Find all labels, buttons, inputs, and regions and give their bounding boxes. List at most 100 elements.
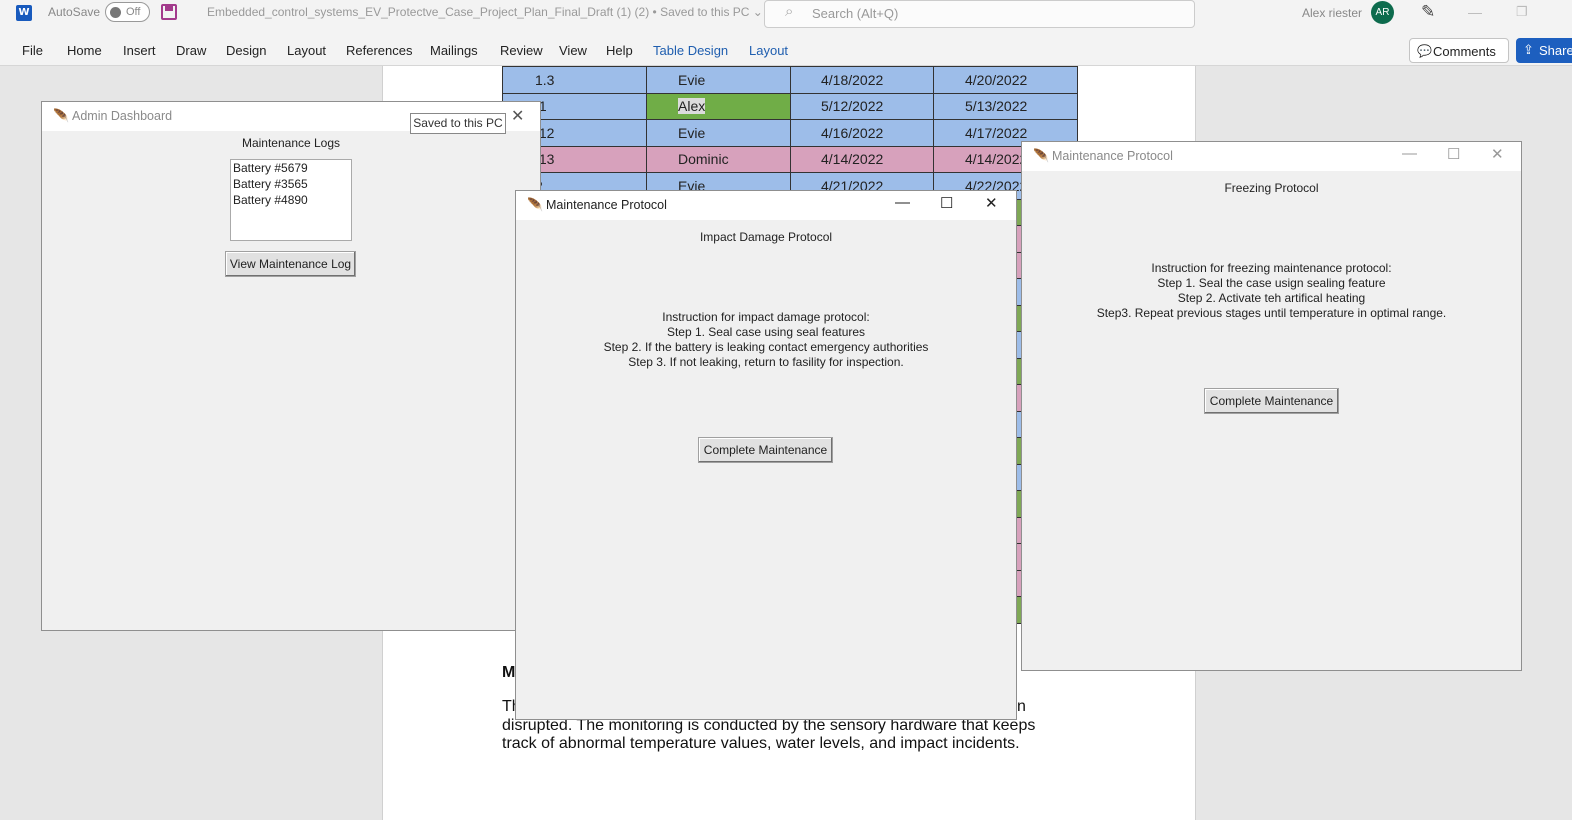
instruction-line: Instruction for impact damage protocol: [662, 310, 870, 324]
maximize-icon[interactable]: ☐ [1447, 145, 1460, 163]
table-cell-end[interactable]: 4/20/2022 [933, 66, 1078, 94]
complete-maintenance-button[interactable]: Complete Maintenance [1204, 388, 1339, 414]
feather-icon: 🪶 [53, 108, 70, 123]
minimize-icon[interactable]: — [895, 194, 910, 211]
search-placeholder: Search (Alt+Q) [812, 6, 899, 21]
table-cell-start[interactable]: 4/14/2022 [790, 145, 934, 173]
restore-icon[interactable]: ❐ [1516, 4, 1528, 20]
table-cell-name[interactable]: Dominic [646, 145, 791, 173]
comments-button[interactable]: 💬 Comments [1409, 38, 1509, 63]
word-title-bar: W AutoSave Off Embedded_control_systems_… [0, 0, 1572, 28]
instruction-line: Step 1. Seal the case usign sealing feat… [1157, 276, 1386, 290]
feather-icon: 🪶 [527, 197, 544, 212]
share-label: Share [1539, 43, 1572, 58]
window-title: Admin Dashboard [72, 109, 173, 123]
instruction-line: Step 3. If not leaking, return to fasili… [628, 355, 904, 369]
menu-view[interactable]: View [559, 43, 587, 58]
cell-text: 5/12/2022 [821, 98, 884, 115]
table-cell-name[interactable]: Evie [646, 119, 791, 147]
menu-help[interactable]: Help [606, 43, 633, 58]
document-heading: M [502, 664, 516, 681]
view-maintenance-log-button[interactable]: View Maintenance Log [225, 251, 356, 277]
impact-title-bar[interactable]: 🪶 Maintenance Protocol — ☐ ✕ [516, 191, 1016, 220]
comment-icon: 💬 [1417, 44, 1432, 58]
menu-file[interactable]: File [22, 43, 43, 58]
table-cell-start[interactable]: 4/16/2022 [790, 119, 934, 147]
window-title: Maintenance Protocol [546, 198, 667, 212]
table-row[interactable]: 1.3 Evie 4/18/2022 4/20/2022 [502, 66, 1078, 94]
table-cell-start[interactable]: 4/18/2022 [790, 66, 934, 94]
menu-mailings[interactable]: Mailings [430, 43, 478, 58]
feather-icon: 🪶 [1033, 148, 1050, 163]
close-icon[interactable]: ✕ [985, 194, 998, 212]
maximize-icon[interactable]: ☐ [940, 194, 953, 212]
table-row[interactable]: .12 Evie 4/16/2022 4/17/2022 [502, 119, 1078, 147]
share-icon: ⇪ [1523, 42, 1534, 57]
menu-design[interactable]: Design [226, 43, 266, 58]
menu-insert[interactable]: Insert [123, 43, 156, 58]
impact-protocol-heading: Impact Damage Protocol [699, 230, 833, 244]
list-item[interactable]: Battery #3565 [231, 176, 351, 192]
instruction-line: Step 2. Activate teh artifical heating [1177, 291, 1366, 305]
cell-text: Evie [678, 124, 706, 141]
table-row[interactable]: .13 Dominic 4/14/2022 4/14/2022 [502, 145, 1078, 173]
cell-text: 4/17/2022 [965, 124, 1028, 141]
search-icon: ⌕ [785, 3, 794, 20]
share-button[interactable]: ⇪ Share [1516, 38, 1572, 63]
cell-text: Alex [678, 98, 706, 115]
impact-protocol-window: 🪶 Maintenance Protocol — ☐ ✕ Impact Dama… [515, 190, 1017, 720]
cell-text: 1.3 [535, 71, 555, 88]
cell-text: 4/20/2022 [965, 71, 1028, 88]
freezing-protocol-window: 🪶 Maintenance Protocol — ☐ ✕ Freezing Pr… [1021, 141, 1522, 671]
window-title: Maintenance Protocol [1052, 149, 1173, 163]
instruction-line: Instruction for freezing maintenance pro… [1151, 261, 1392, 275]
table-row[interactable]: .1Alex5/12/20225/13/2022 [502, 92, 1078, 120]
autosave-label: AutoSave [48, 5, 101, 19]
autosave-toggle[interactable]: Off [105, 2, 150, 22]
freezing-instructions: Instruction for freezing maintenance pro… [1022, 261, 1521, 321]
menu-layout[interactable]: Layout [287, 43, 326, 58]
menu-references[interactable]: References [346, 43, 412, 58]
table-cell-name[interactable]: Evie [646, 66, 791, 94]
ribbon-menu: File Home Insert Draw Design Layout Refe… [0, 28, 1572, 66]
cell-text: 5/13/2022 [965, 98, 1028, 115]
instruction-line: Step 1. Seal case using seal features [666, 325, 866, 339]
close-icon[interactable]: ✕ [1491, 145, 1504, 163]
search-box[interactable]: ⌕ Search (Alt+Q) [764, 0, 1195, 28]
avatar[interactable]: AR [1371, 1, 1394, 24]
admin-dashboard-window: 🪶 Admin Dashboard Maintenance Logs Batte… [41, 101, 541, 631]
table-cell-name[interactable]: Alex [646, 92, 791, 120]
word-app-icon: W [16, 5, 32, 21]
instruction-line: Step3. Repeat previous stages until temp… [1096, 306, 1447, 320]
cell-text: 4/18/2022 [821, 71, 884, 88]
cell-text: 4/14/2022 [821, 151, 884, 168]
menu-home[interactable]: Home [67, 43, 102, 58]
menu-draw[interactable]: Draw [176, 43, 206, 58]
table-cell-id[interactable]: 1.3 [502, 66, 647, 94]
maintenance-logs-heading: Maintenance Logs [241, 136, 341, 150]
menu-table-layout[interactable]: Layout [749, 43, 788, 58]
impact-instructions: Instruction for impact damage protocol: … [516, 310, 1016, 370]
list-item[interactable]: Battery #5679 [231, 160, 351, 176]
freeze-title-bar[interactable]: 🪶 Maintenance Protocol — ☐ ✕ [1022, 142, 1521, 171]
toggle-knob-icon [110, 7, 121, 18]
list-item[interactable]: Battery #4890 [231, 192, 351, 208]
complete-maintenance-button[interactable]: Complete Maintenance [698, 437, 833, 463]
pen-icon[interactable]: ✎ [1421, 2, 1435, 22]
table-cell-end[interactable]: 5/13/2022 [933, 92, 1078, 120]
menu-review[interactable]: Review [500, 43, 543, 58]
minimize-icon[interactable]: — [1402, 145, 1417, 162]
cell-text: Dominic [678, 151, 729, 168]
table-cell-start[interactable]: 5/12/2022 [790, 92, 934, 120]
menu-table-design[interactable]: Table Design [653, 43, 728, 58]
cell-text: Evie [678, 71, 706, 88]
document-title[interactable]: Embedded_control_systems_EV_Protectve_Ca… [207, 5, 763, 19]
close-icon[interactable]: ✕ [511, 106, 524, 126]
freezing-protocol-heading: Freezing Protocol [1224, 181, 1319, 195]
minimize-icon[interactable]: — [1468, 4, 1482, 20]
maintenance-log-list[interactable]: Battery #5679 Battery #3565 Battery #489… [230, 159, 352, 241]
autosave-state: Off [126, 6, 141, 18]
user-name[interactable]: Alex riester [1302, 6, 1362, 20]
saved-tooltip: Saved to this PC [410, 113, 506, 134]
save-icon[interactable] [161, 4, 177, 20]
